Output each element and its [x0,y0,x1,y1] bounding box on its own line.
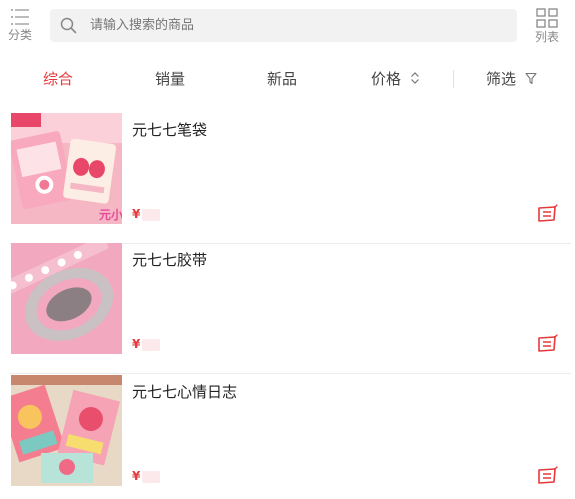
grid-view-icon [536,8,558,28]
search-bar[interactable] [50,9,517,42]
list-view-button[interactable]: 列表 [531,8,563,46]
price-symbol: ¥ [132,207,141,221]
price-value [142,209,160,221]
tab-filter[interactable]: 筛选 [486,58,537,100]
product-image[interactable]: 元小 [11,113,122,224]
filter-icon [525,72,537,84]
category-list-icon [11,9,29,25]
price-value [142,471,160,483]
add-to-cart-icon[interactable] [536,334,558,354]
product-image[interactable] [11,243,122,354]
tab-new[interactable]: 新品 [267,58,297,100]
tab-sales[interactable]: 销量 [155,58,185,100]
search-icon [60,17,77,34]
top-bar: 分类 列表 [0,0,575,52]
category-label: 分类 [7,28,32,42]
add-to-cart-icon[interactable] [536,204,558,224]
sort-updown-icon [410,72,419,84]
tab-new-label: 新品 [267,70,298,88]
product-image[interactable] [11,375,122,486]
product-item[interactable]: 元七七心情日志 ¥ [0,375,575,499]
tab-price[interactable]: 价格 [371,58,420,100]
product-title[interactable]: 元七七胶带 [132,249,207,270]
tab-filter-label: 筛选 [486,70,517,88]
price-symbol: ¥ [132,337,141,351]
tab-comprehensive-label: 综合 [43,70,74,88]
product-item[interactable]: 元七七胶带 ¥ [0,243,575,374]
search-input[interactable] [90,9,500,42]
tab-price-label: 价格 [371,70,402,88]
product-title[interactable]: 元七七心情日志 [132,381,237,402]
category-button[interactable]: 分类 [6,8,34,46]
price-symbol: ¥ [132,469,141,483]
add-to-cart-icon[interactable] [536,466,558,486]
price-value [142,339,160,351]
product-title[interactable]: 元七七笔袋 [132,119,207,140]
tab-sales-label: 销量 [155,70,186,88]
tab-divider [453,70,454,88]
list-view-label: 列表 [534,30,559,44]
tab-comprehensive[interactable]: 综合 [43,58,73,100]
sort-tabs: 综合 销量 新品 价格 筛选 [0,58,575,100]
svg-text:元小: 元小 [99,207,122,222]
product-item[interactable]: 元小 元七七笔袋 ¥ [0,113,575,244]
item-divider [10,373,571,374]
